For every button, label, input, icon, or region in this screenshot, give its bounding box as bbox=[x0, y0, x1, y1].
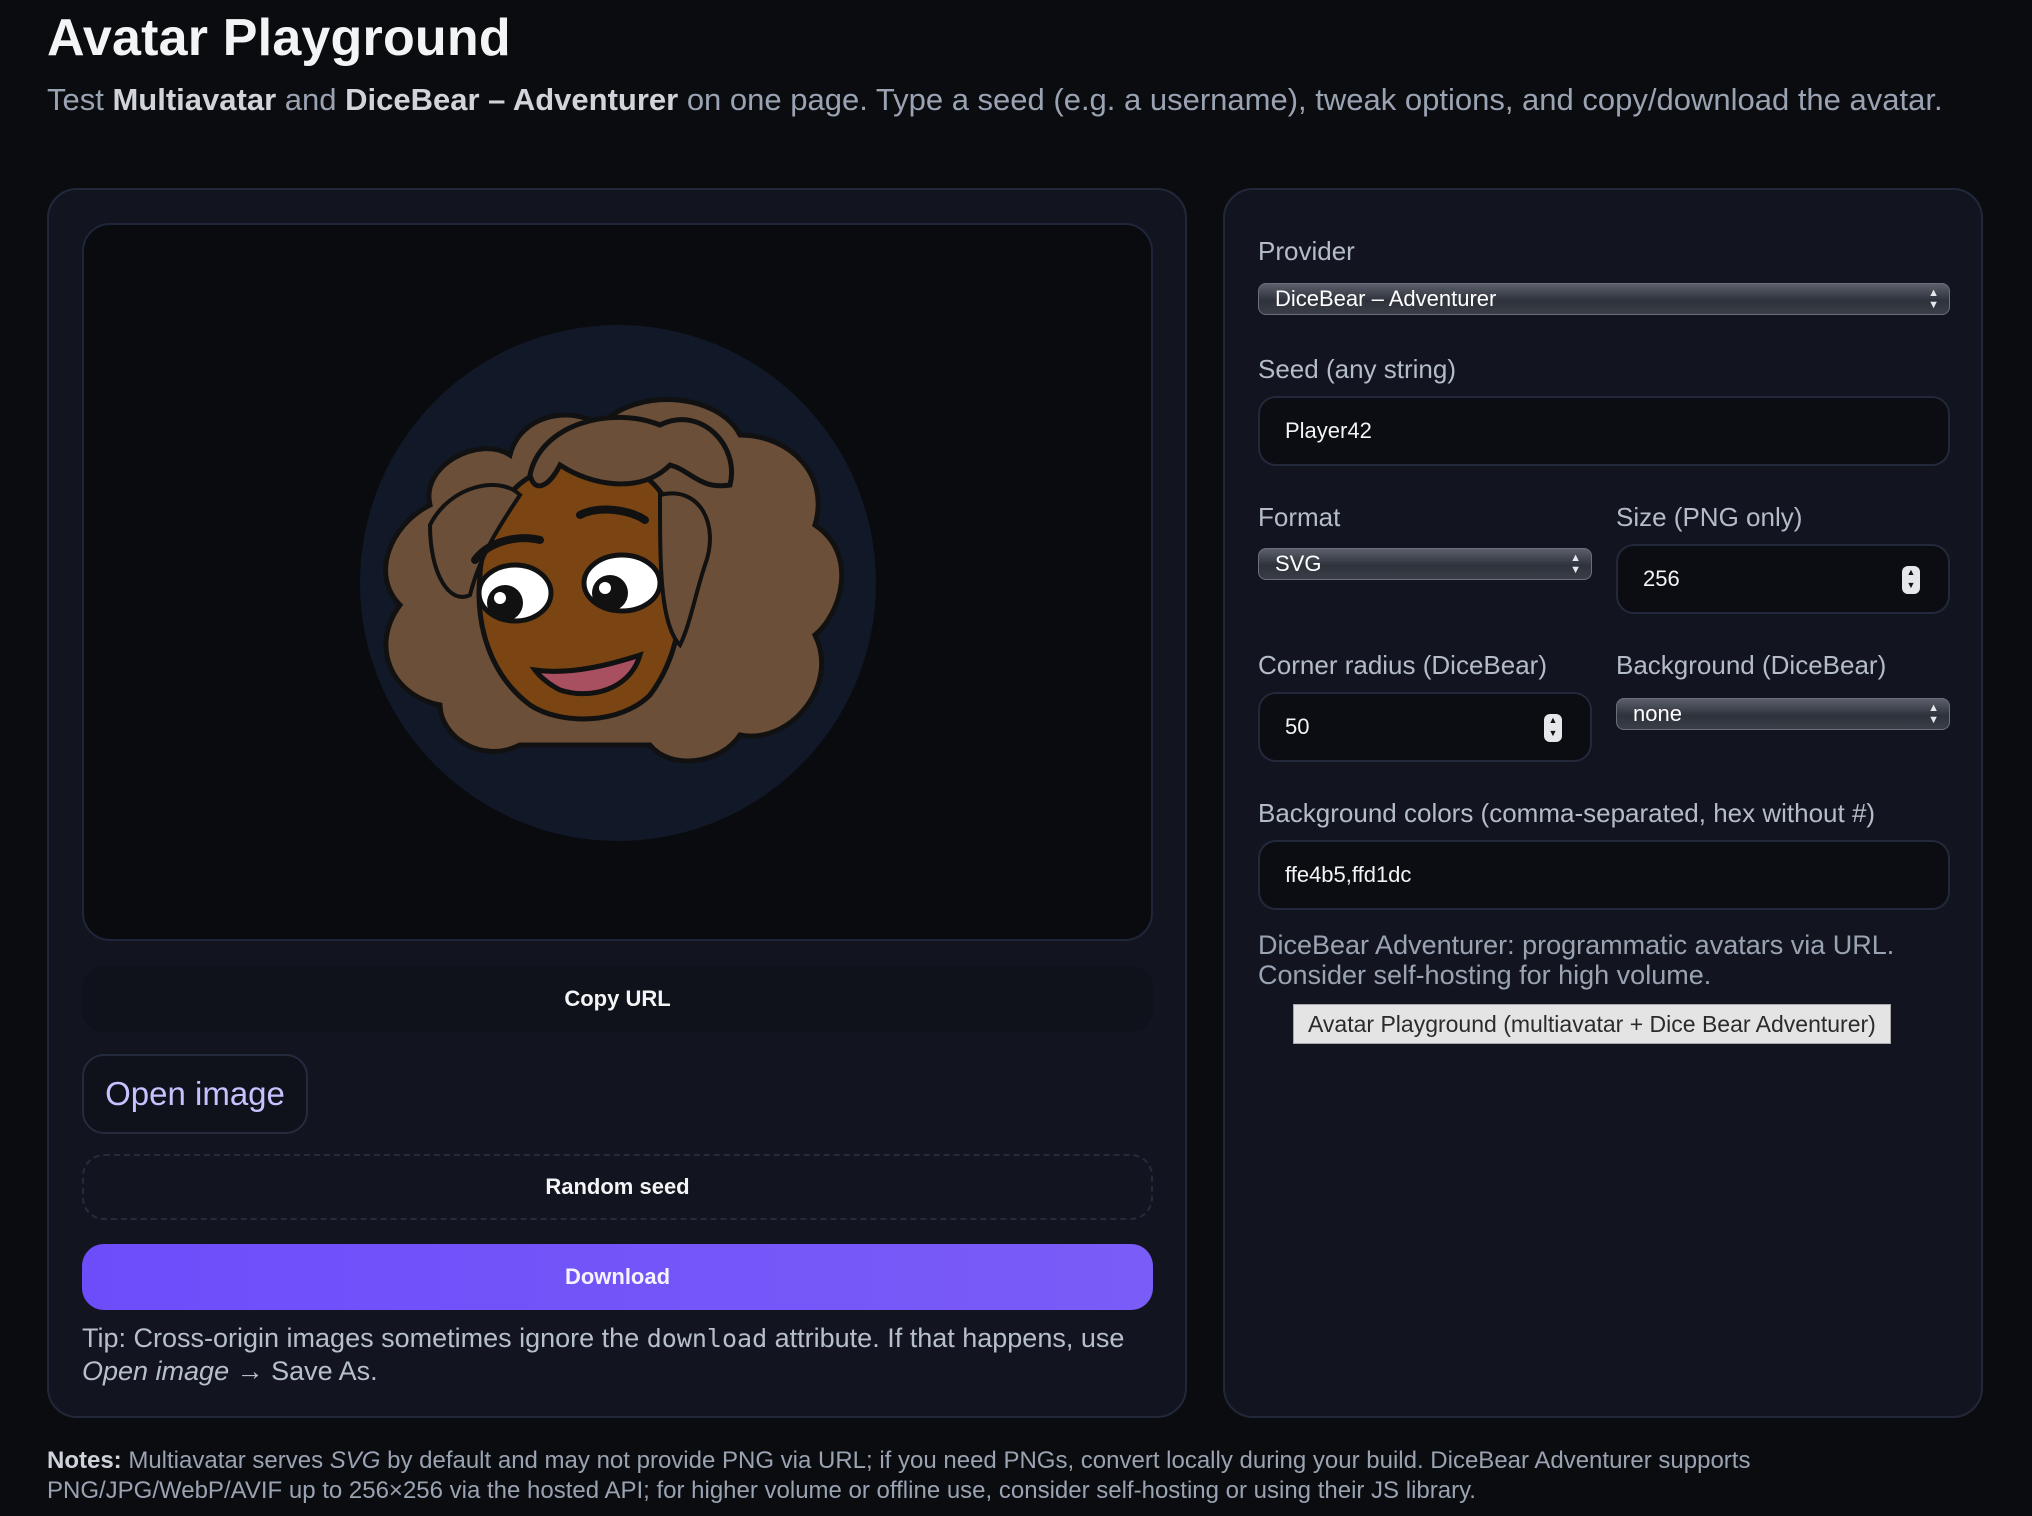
background-select-value: none bbox=[1633, 701, 1682, 726]
subtitle-dicebear: DiceBear – Adventurer bbox=[345, 82, 679, 117]
size-input[interactable]: 256 ▲ ▼ bbox=[1616, 544, 1950, 614]
number-stepper-icon[interactable]: ▲ ▼ bbox=[1544, 714, 1562, 742]
subtitle-multiavatar: Multiavatar bbox=[112, 82, 277, 117]
page-subtitle: Test Multiavatar and DiceBear – Adventur… bbox=[47, 82, 1943, 117]
provider-select-value: DiceBear – Adventurer bbox=[1275, 286, 1497, 311]
avatar-image[interactable] bbox=[360, 325, 876, 841]
number-stepper-icon[interactable]: ▲ ▼ bbox=[1902, 566, 1920, 594]
notes: Notes: Multiavatar serves SVG by default… bbox=[47, 1447, 1751, 1504]
corner-radius-label: Corner radius (DiceBear) bbox=[1258, 650, 1547, 680]
size-label: Size (PNG only) bbox=[1616, 502, 1803, 532]
seed-label: Seed (any string) bbox=[1258, 354, 1456, 384]
background-colors-input[interactable]: ffe4b5,ffd1dc bbox=[1258, 840, 1950, 910]
format-select-value: SVG bbox=[1275, 551, 1322, 576]
options-card: Provider DiceBear – Adventurer ▲ ▼ Seed (… bbox=[1223, 188, 1983, 1418]
provider-select[interactable]: DiceBear – Adventurer ▲ ▼ bbox=[1258, 283, 1950, 315]
size-input-value: 256 bbox=[1643, 566, 1680, 591]
background-colors-input-value: ffe4b5,ffd1dc bbox=[1285, 862, 1412, 887]
tip-code: download bbox=[646, 1324, 768, 1353]
format-select[interactable]: SVG ▲ ▼ bbox=[1258, 548, 1592, 580]
corner-radius-input-value: 50 bbox=[1285, 714, 1310, 739]
page-title: Avatar Playground bbox=[47, 9, 511, 67]
preview-card: Copy URL Open image Random seed Download… bbox=[47, 188, 1187, 1418]
corner-radius-input[interactable]: 50 ▲ ▼ bbox=[1258, 692, 1592, 762]
copy-url-button[interactable]: Copy URL bbox=[82, 966, 1153, 1032]
background-label: Background (DiceBear) bbox=[1616, 650, 1887, 680]
provider-label: Provider bbox=[1258, 236, 1355, 266]
notes-label: Notes: bbox=[47, 1447, 122, 1474]
open-image-button[interactable]: Open image bbox=[82, 1054, 308, 1134]
seed-input-value: Player42 bbox=[1285, 418, 1372, 443]
provider-help-text: DiceBear Adventurer: programmatic avatar… bbox=[1258, 930, 1895, 990]
background-colors-label: Background colors (comma-separated, hex … bbox=[1258, 798, 1876, 828]
select-arrows-icon: ▲ ▼ bbox=[1570, 552, 1581, 576]
avatar-preview bbox=[82, 223, 1153, 941]
tip-open-image: Open image bbox=[82, 1356, 230, 1386]
avatar-svg bbox=[360, 325, 876, 841]
select-arrows-icon: ▲ ▼ bbox=[1928, 287, 1939, 311]
seed-input[interactable]: Player42 bbox=[1258, 396, 1950, 466]
tooltip: Avatar Playground (multiavatar + Dice Be… bbox=[1293, 1004, 1891, 1044]
download-tip: Tip: Cross-origin images sometimes ignor… bbox=[82, 1323, 1125, 1386]
select-arrows-icon: ▲ ▼ bbox=[1928, 702, 1939, 726]
page: Avatar Playground Test Multiavatar and D… bbox=[0, 0, 2032, 1516]
download-button[interactable]: Download bbox=[82, 1244, 1153, 1310]
format-label: Format bbox=[1258, 502, 1341, 532]
random-seed-button[interactable]: Random seed bbox=[82, 1154, 1153, 1220]
background-select[interactable]: none ▲ ▼ bbox=[1616, 698, 1950, 730]
